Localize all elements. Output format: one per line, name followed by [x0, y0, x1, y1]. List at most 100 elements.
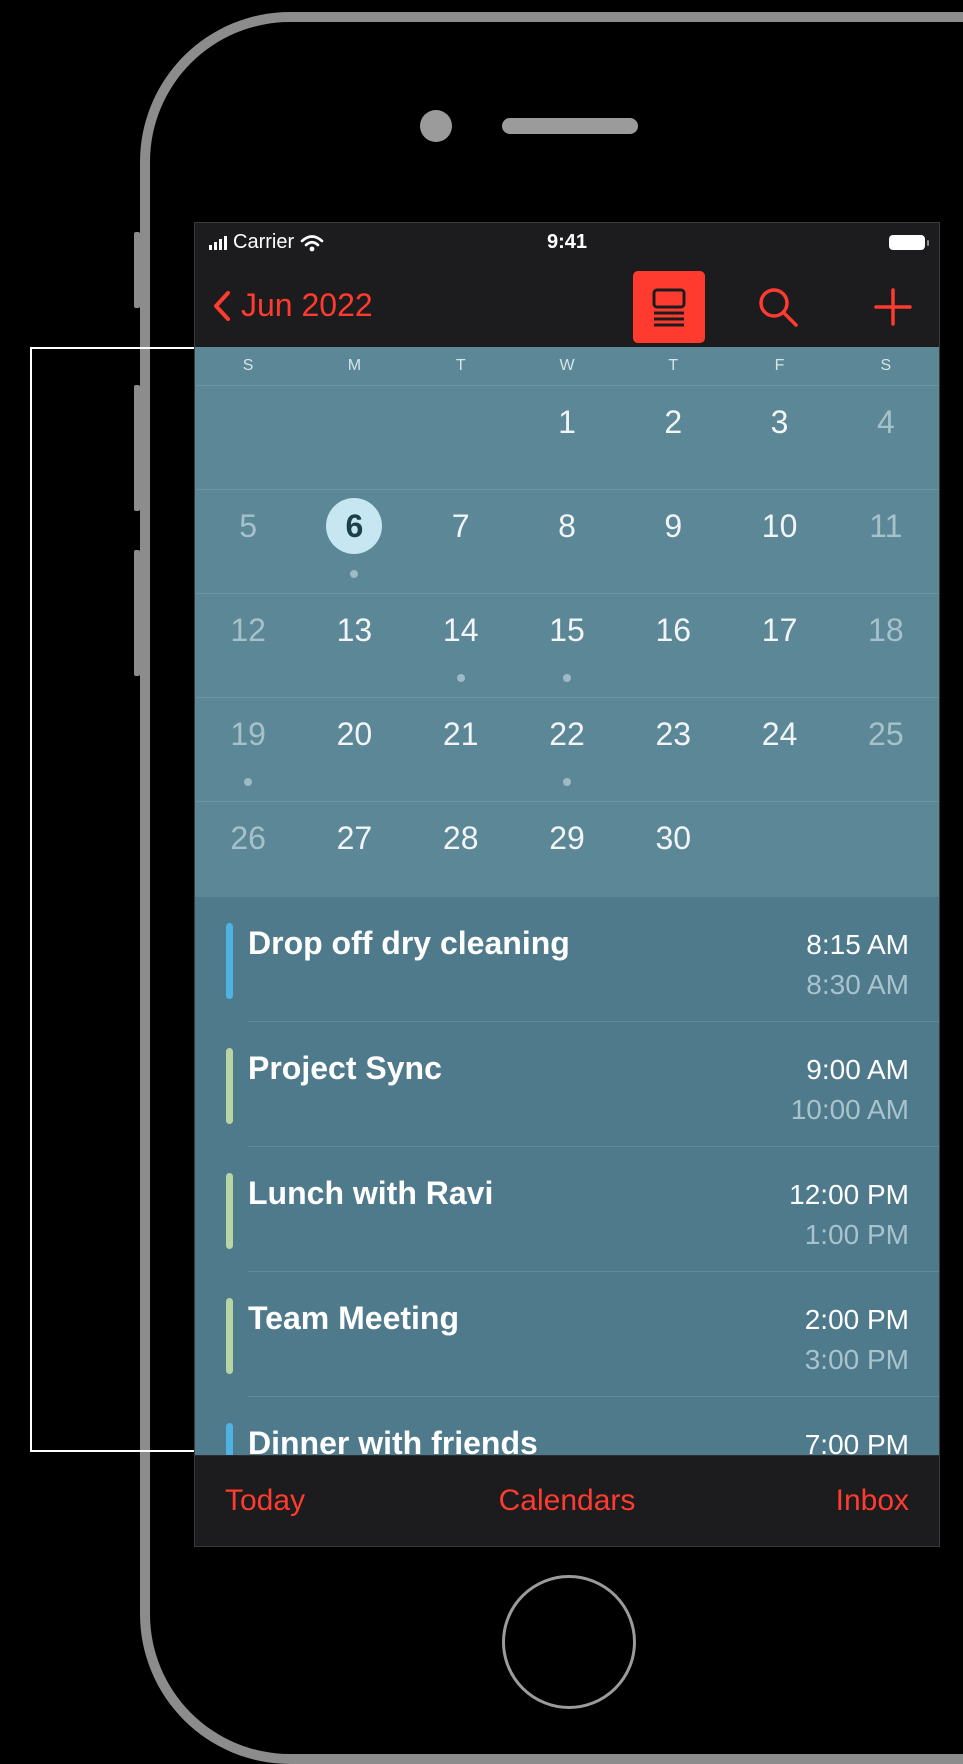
event-title: Team Meeting: [248, 1300, 459, 1336]
month-year-label: Jun 2022: [241, 287, 373, 323]
calendar-day-cell[interactable]: 4: [833, 386, 939, 489]
search-button[interactable]: [750, 279, 806, 335]
day-number: 27: [336, 820, 373, 856]
day-number: 26: [230, 820, 266, 856]
weekday-label: F: [774, 357, 785, 374]
event-start-time: 9:00 AM: [806, 1054, 909, 1085]
calendar-week-row: 19 20 21 22 23 24 25: [195, 698, 939, 802]
calendar-week-row: 26 27 28 29 30: [195, 802, 939, 905]
event-end-time: 10:00 AM: [790, 1094, 909, 1125]
calendar-day-cell[interactable]: 14: [408, 594, 514, 697]
calendar-day-cell[interactable]: 20: [301, 698, 407, 801]
calendar-day-cell[interactable]: 25: [833, 698, 939, 801]
day-number: 21: [442, 716, 479, 752]
empty-day-cell: [726, 802, 832, 905]
calendar-color-bar: [226, 923, 233, 999]
calendar-day-cell[interactable]: 28: [408, 802, 514, 905]
calendars-button[interactable]: Calendars: [195, 1484, 939, 1518]
event-start-time: 2:00 PM: [804, 1304, 909, 1335]
day-number: 28: [442, 820, 479, 856]
calendar-color-bar: [226, 1423, 233, 1458]
day-number: 10: [761, 508, 798, 544]
calendar-day-cell[interactable]: 24: [726, 698, 832, 801]
event-title: Dinner with friends: [248, 1425, 538, 1458]
weekday-label: T: [455, 357, 466, 374]
day-number: 3: [770, 404, 789, 440]
screen: Carrier 9:41 Jun 2022 S M T W T F S 1 2 …: [194, 222, 940, 1547]
weekday-label: T: [668, 357, 679, 374]
calendar-day-cell[interactable]: 7: [408, 490, 514, 593]
calendar-day-cell[interactable]: 23: [620, 698, 726, 801]
event-indicator-dot: [350, 570, 359, 578]
list-view-toggle[interactable]: [633, 271, 705, 343]
calendar-day-cell[interactable]: 29: [514, 802, 620, 905]
day-number: 22: [549, 716, 585, 752]
calendar-day-cell[interactable]: 2: [620, 386, 726, 489]
event-row[interactable]: Drop off dry cleaning 8:15 AM 8:30 AM: [195, 897, 939, 1022]
status-bar: Carrier 9:41: [195, 223, 939, 257]
day-number: 4: [876, 404, 895, 440]
calendar-day-cell[interactable]: 27: [301, 802, 407, 905]
back-button[interactable]: Jun 2022: [213, 287, 373, 324]
calendar-day-cell[interactable]: 3: [726, 386, 832, 489]
calendar-day-cell[interactable]: 17: [726, 594, 832, 697]
inbox-button[interactable]: Inbox: [836, 1484, 909, 1518]
day-number: 19: [230, 716, 266, 752]
add-event-button[interactable]: [865, 279, 921, 335]
day-number: 23: [655, 716, 692, 752]
day-number: 30: [655, 820, 692, 856]
status-time: 9:41: [546, 231, 588, 253]
calendar-day-cell[interactable]: 6: [301, 490, 407, 593]
day-number: 5: [239, 508, 258, 544]
event-row[interactable]: Team Meeting 2:00 PM 3:00 PM: [195, 1272, 939, 1397]
day-number: 16: [655, 612, 692, 648]
highlight-callout: [30, 347, 196, 1452]
chevron-left-icon: [214, 290, 230, 321]
day-number: 18: [868, 612, 904, 648]
event-indicator-dot: [244, 778, 253, 786]
calendar-day-cell[interactable]: 9: [620, 490, 726, 593]
calendar-day-cell[interactable]: 12: [195, 594, 301, 697]
empty-day-cell: [408, 386, 514, 489]
calendar-day-cell[interactable]: 30: [620, 802, 726, 905]
weekday-label: M: [347, 357, 362, 374]
home-button[interactable]: [502, 1575, 636, 1709]
event-row[interactable]: Lunch with Ravi 12:00 PM 1:00 PM: [195, 1147, 939, 1272]
event-indicator-dot: [562, 778, 571, 786]
day-number: 11: [869, 508, 903, 544]
calendar-day-cell[interactable]: 1: [514, 386, 620, 489]
day-number: 13: [336, 612, 373, 648]
calendar-day-cell[interactable]: 19: [195, 698, 301, 801]
day-number: 9: [664, 508, 683, 544]
calendar-day-cell[interactable]: 8: [514, 490, 620, 593]
month-calendar: SMTWTFS 1 2 3 4 5 6 7 8 9 10 11 12 13 14 15 16 17 18 19 20 2…: [195, 347, 939, 897]
day-number: 20: [336, 716, 373, 752]
navigation-bar: Jun 2022: [195, 257, 939, 347]
calendar-day-cell[interactable]: 5: [195, 490, 301, 593]
day-number: 25: [868, 716, 904, 752]
day-number: 12: [230, 612, 266, 648]
event-start-time: 12:00 PM: [789, 1179, 909, 1210]
calendar-day-cell[interactable]: 13: [301, 594, 407, 697]
calendar-day-cell[interactable]: 16: [620, 594, 726, 697]
event-start-time: 8:15 AM: [806, 929, 909, 960]
calendar-color-bar: [226, 1048, 233, 1124]
event-end-time: 3:00 PM: [804, 1344, 909, 1375]
calendar-day-cell[interactable]: 10: [726, 490, 832, 593]
calendar-day-cell[interactable]: 11: [833, 490, 939, 593]
event-row[interactable]: Project Sync 9:00 AM 10:00 AM: [195, 1022, 939, 1147]
calendar-day-cell[interactable]: 22: [514, 698, 620, 801]
event-row[interactable]: Dinner with friends 7:00 PM: [195, 1397, 939, 1458]
event-start-time: 7:00 PM: [804, 1429, 909, 1458]
empty-day-cell: [195, 386, 301, 489]
search-icon: [759, 288, 798, 327]
calendar-day-cell[interactable]: 18: [833, 594, 939, 697]
bottom-toolbar: Today Calendars Inbox: [195, 1455, 939, 1546]
calendar-day-cell[interactable]: 15: [514, 594, 620, 697]
day-number: 1: [558, 404, 576, 440]
calendar-day-cell[interactable]: 26: [195, 802, 301, 905]
day-number: 24: [761, 716, 798, 752]
calendar-day-cell[interactable]: 21: [408, 698, 514, 801]
day-number: 29: [549, 820, 585, 856]
weekday-label: S: [880, 357, 892, 374]
